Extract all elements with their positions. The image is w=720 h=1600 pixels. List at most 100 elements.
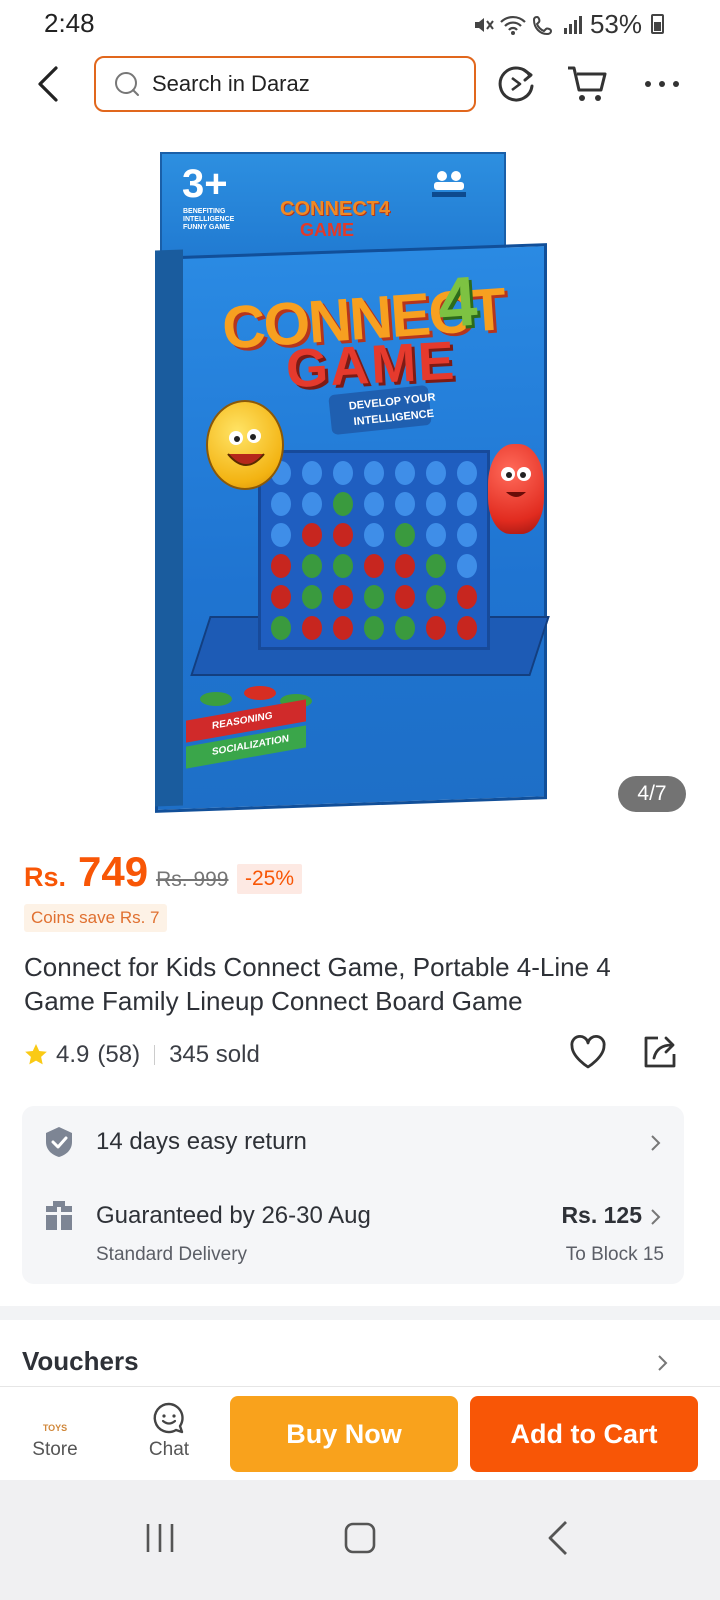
board-hole xyxy=(364,492,384,516)
board-hole xyxy=(395,461,415,485)
board-hole xyxy=(333,461,353,485)
board-hole xyxy=(302,492,322,516)
battery-icon xyxy=(651,14,664,34)
heart-icon xyxy=(570,1034,606,1069)
recent-apps-button[interactable] xyxy=(138,1516,182,1560)
board-hole xyxy=(457,616,477,640)
search-icon xyxy=(115,72,139,96)
red-face-icon xyxy=(501,467,531,497)
board-hole xyxy=(457,523,477,547)
board-hole xyxy=(271,616,291,640)
board-hole xyxy=(457,554,477,578)
status-bar: 2:48 53% xyxy=(0,0,720,46)
store-logo: TOYS xyxy=(42,1423,68,1433)
board-hole xyxy=(364,523,384,547)
price-value: 749 xyxy=(78,848,149,895)
board-hole xyxy=(333,492,353,516)
board-hole xyxy=(426,461,446,485)
smiley-character xyxy=(206,400,284,490)
buy-now-button[interactable]: Buy Now xyxy=(230,1396,458,1472)
sold-count: 345 sold xyxy=(169,1041,260,1068)
vouchers-title: Vouchers xyxy=(22,1346,139,1376)
price-currency: Rs. xyxy=(24,862,67,892)
board-hole xyxy=(395,523,415,547)
board-hole xyxy=(333,523,353,547)
board-hole xyxy=(333,616,353,640)
board-hole xyxy=(302,554,322,578)
delivery-card: 14 days easy return Guaranteed by 26-30 … xyxy=(22,1106,684,1284)
chevron-left-icon xyxy=(38,66,58,102)
system-back-button[interactable] xyxy=(538,1516,582,1560)
board-hole xyxy=(426,554,446,578)
smiley-face-icon xyxy=(227,429,265,466)
board-hole xyxy=(271,554,291,578)
search-placeholder: Search in Daraz xyxy=(152,71,310,96)
home-button[interactable] xyxy=(338,1516,382,1560)
board-hole xyxy=(426,492,446,516)
cart-button[interactable] xyxy=(566,62,610,106)
players-icon xyxy=(432,171,466,197)
product-image[interactable]: 3+ BENEFITING INTELLIGENCE FUNNY GAME CO… xyxy=(0,132,720,832)
return-text: 14 days easy return xyxy=(96,1128,307,1155)
price-row: Rs. 749 Rs. 999 xyxy=(24,848,236,898)
recent-apps-icon xyxy=(146,1524,174,1552)
status-time: 2:48 xyxy=(44,8,95,38)
home-icon xyxy=(344,1522,376,1554)
status-icons: 53% xyxy=(472,9,642,40)
mute-icon xyxy=(474,17,494,32)
board-hole xyxy=(271,585,291,609)
store-label: Store xyxy=(32,1439,78,1460)
store-button[interactable]: TOYS Store xyxy=(10,1401,100,1471)
wifi-icon xyxy=(500,15,526,35)
image-counter: 4/7 xyxy=(618,776,686,812)
system-nav-bar xyxy=(0,1480,720,1600)
search-input[interactable]: Search in Daraz xyxy=(94,56,476,112)
board-hole xyxy=(302,523,322,547)
chat-icon xyxy=(153,1402,184,1434)
board-hole xyxy=(364,585,384,609)
delivery-destination: To Block 15 xyxy=(565,1244,664,1265)
review-count: (58) xyxy=(97,1041,141,1068)
board-hole xyxy=(333,554,353,578)
chat-button[interactable]: Chat xyxy=(124,1401,214,1471)
more-button[interactable] xyxy=(640,62,684,106)
game-board xyxy=(258,450,490,650)
board-hole xyxy=(457,461,477,485)
green-chip xyxy=(200,692,232,706)
refresh-history-icon xyxy=(498,66,534,102)
red-chip xyxy=(244,686,276,700)
delivery-price: Rs. 125 xyxy=(561,1202,642,1228)
board-hole xyxy=(333,585,353,609)
board-hole xyxy=(395,554,415,578)
wifi-call-icon xyxy=(532,15,552,35)
chevron-right-icon xyxy=(651,1135,661,1151)
rating-divider xyxy=(154,1045,156,1065)
chat-label: Chat xyxy=(148,1439,190,1460)
battery-percent: 53% xyxy=(589,9,642,39)
history-button[interactable] xyxy=(494,62,538,106)
discount-badge: -25% xyxy=(237,864,303,894)
board-hole xyxy=(364,616,384,640)
signal-icon xyxy=(563,15,582,34)
share-button[interactable] xyxy=(640,1032,680,1072)
small-logo-game: GAME xyxy=(300,220,354,240)
delivery-row[interactable]: Guaranteed by 26-30 Aug Standard Deliver… xyxy=(22,1198,684,1274)
package-icon xyxy=(46,1201,72,1230)
vouchers-row[interactable]: Vouchers xyxy=(0,1336,720,1386)
more-dots-icon xyxy=(645,81,679,87)
original-price: Rs. 999 xyxy=(156,868,229,891)
chevron-right-icon xyxy=(651,1209,661,1225)
board-hole xyxy=(457,585,477,609)
back-arrow-icon xyxy=(548,1521,567,1555)
delivery-type: Standard Delivery xyxy=(96,1244,248,1265)
share-icon xyxy=(644,1036,676,1068)
cart-icon xyxy=(568,66,607,101)
section-divider xyxy=(0,1306,720,1320)
back-button[interactable] xyxy=(30,62,70,106)
rating-row[interactable]: 4.9 (58) 345 sold xyxy=(24,1038,260,1072)
add-to-cart-button[interactable]: Add to Cart xyxy=(470,1396,698,1472)
board-hole xyxy=(395,616,415,640)
wishlist-button[interactable] xyxy=(568,1032,608,1072)
return-policy-row[interactable]: 14 days easy return xyxy=(22,1124,684,1164)
top-nav: Search in Daraz xyxy=(0,48,720,120)
